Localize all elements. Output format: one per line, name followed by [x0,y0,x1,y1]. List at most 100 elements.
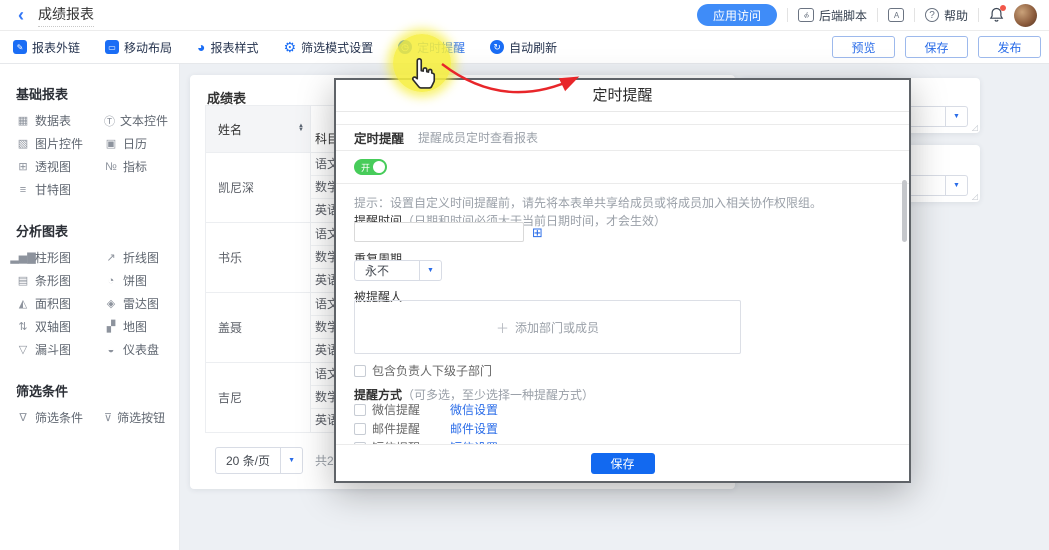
sidebar-item-column-chart[interactable]: ▂▅▇柱形图 [16,246,88,269]
report-style-icon: ◕ [197,40,205,54]
modal-footer: 保存 [336,444,909,481]
help-button[interactable]: ? 帮助 [925,7,968,24]
toolbar-tab-2[interactable]: ▭移动布局 [105,39,172,56]
bar-chart-icon: ▤ [16,274,30,287]
sidebar-item-indicator[interactable]: №指标 [104,155,164,178]
modal-save-button[interactable]: 保存 [591,453,655,474]
translate-button[interactable]: A [888,8,904,22]
modal-title: 定时提醒 [336,80,909,112]
avatar[interactable] [1014,4,1037,27]
back-icon[interactable]: ‹ [18,6,24,24]
app-access-button[interactable]: 应用访问 [697,4,777,26]
radar-chart-icon: ◈ [104,297,118,310]
chevron-down-icon: ▼ [945,176,967,195]
toolbar-tab-1[interactable]: ✎报表外链 [13,39,80,56]
notification-dot [1000,5,1006,11]
share-hint: 提示：设置自定义时间提醒前，请先将本表单共享给成员或将成员加入相关协作权限组。 [354,194,887,211]
widget-sidebar: 基础报表▦数据表Ⓣ文本控件▧图片控件▣日历⊞透视图№指标≡甘特图分析图表▂▅▇柱… [0,64,180,550]
date-picker-icon[interactable]: ⊞ [532,226,543,239]
sidebar-item-radar-chart[interactable]: ◈雷达图 [104,292,164,315]
name-cell: 凯尼深 [206,153,311,222]
dual-axis-icon: ⇅ [16,320,30,333]
scrollbar-thumb[interactable] [902,180,907,242]
text-icon: Ⓣ [104,113,115,129]
toolbar-tab-3[interactable]: ◕报表样式 [197,39,258,56]
code-icon: ‹/› [798,8,814,22]
translate-icon: A [888,8,904,22]
toolbar-actions: 预览 保存 发布 [832,36,1049,58]
method-checkbox[interactable] [354,404,366,416]
gauge-icon: ◒ [104,344,118,356]
header-actions: 应用访问 ‹/› 后端脚本 A ? 帮助 [697,4,1049,27]
chevron-down-icon: ▼ [419,261,441,280]
map-icon: ▞ [104,320,118,333]
add-members-box[interactable]: ＋ 添加部门或成员 [354,300,741,354]
sidebar-item-area-chart[interactable]: ◭面积图 [16,292,88,315]
publish-button[interactable]: 发布 [978,36,1041,58]
include-sub-checkbox[interactable] [354,365,366,377]
sidebar-item-pie-chart[interactable]: ◔饼图 [104,269,164,292]
chevron-down-icon: ▼ [280,448,302,473]
sidebar-item-filter-condition[interactable]: ∇筛选条件 [16,406,88,429]
preview-button[interactable]: 预览 [832,36,895,58]
gantt-icon: ≡ [16,184,30,196]
toolbar-tabs: ✎报表外链 ▭移动布局 ◕报表样式 ⚙筛选模式设置 ◷定时提醒 ↻自动刷新 [13,39,557,56]
reminder-time-input[interactable] [354,222,524,242]
include-sub-row: 包含负责人下级子部门 [354,362,887,379]
sidebar-item-pivot[interactable]: ⊞透视图 [16,155,88,178]
funnel-chart-icon: ▽ [16,343,30,356]
name-cell: 盖聂 [206,293,311,362]
indicator-icon: № [104,161,118,173]
sidebar-item-gauge[interactable]: ◒仪表盘 [104,338,164,361]
toolbar-tab-6[interactable]: ↻自动刷新 [490,39,557,56]
report-title[interactable]: 成绩报表 [38,4,94,27]
repeat-row: 永不 ▼ [354,260,887,281]
time-row: ⊞ [354,222,887,242]
sidebar-item-gantt[interactable]: ≡甘特图 [16,178,88,201]
reminder-section-header: 定时提醒 提醒成员定时查看报表 [336,124,909,151]
sidebar-item-map[interactable]: ▞地图 [104,315,164,338]
repeat-select[interactable]: 永不 ▼ [354,260,442,281]
sidebar-item-calendar[interactable]: ▣日历 [104,132,164,155]
app-header: ‹ 成绩报表 应用访问 ‹/› 后端脚本 A ? 帮助 [0,0,1049,31]
divider [787,8,788,22]
name-cell: 书乐 [206,223,311,292]
pie-chart-icon: ◔ [104,275,118,287]
sidebar-item-text[interactable]: Ⓣ文本控件 [104,109,164,132]
mobile-layout-icon: ▭ [105,40,119,54]
reminder-toggle[interactable]: 开 [354,159,387,175]
divider [914,8,915,22]
table-icon: ▦ [16,114,30,127]
method-settings-link[interactable]: 微信设置 [450,401,498,418]
sidebar-section-title: 筛选条件 [16,381,179,400]
sidebar-item-funnel-chart[interactable]: ▽漏斗图 [16,338,88,361]
method-settings-link[interactable]: 邮件设置 [450,420,498,437]
method-checkbox[interactable] [354,423,366,435]
question-icon: ? [925,8,939,22]
divider [877,8,878,22]
name-column-header[interactable]: 姓名 ▲▼ [206,106,311,152]
resize-handle-icon[interactable]: ◿ [972,124,978,132]
page-size-select[interactable]: 20 条/页 ▼ [215,447,303,474]
sidebar-item-image[interactable]: ▧图片控件 [16,132,88,155]
sidebar-item-filter-button[interactable]: ⊽筛选按钮 [104,406,164,429]
save-button[interactable]: 保存 [905,36,968,58]
alarm-icon: ◷ [398,40,412,54]
sidebar-item-dual-axis[interactable]: ⇅双轴图 [16,315,88,338]
sidebar-section-items: ▂▅▇柱形图 ↗折线图 ▤条形图 ◔饼图 ◭面积图 ◈雷达图 ⇅双轴图 ▞地图 ▽漏斗图 ◒仪表盘 [0,246,179,361]
image-icon: ▧ [16,137,30,150]
sidebar-section-items: ∇筛选条件 ⊽筛选按钮 [0,406,179,429]
backend-script-button[interactable]: ‹/› 后端脚本 [798,7,867,24]
toolbar: ✎报表外链 ▭移动布局 ◕报表样式 ⚙筛选模式设置 ◷定时提醒 ↻自动刷新 预览 保存 发… [0,31,1049,64]
resize-handle-icon[interactable]: ◿ [972,193,978,201]
sidebar-item-bar-chart[interactable]: ▤条形图 [16,269,88,292]
filter-button-icon: ⊽ [104,411,112,424]
toolbar-tab-4[interactable]: ⚙筛选模式设置 [284,39,374,56]
sidebar-item-line-chart[interactable]: ↗折线图 [104,246,164,269]
modal-body: 定时提醒 提醒成员定时查看报表 开 提示：设置自定义时间提醒前，请先将本表单共享… [336,112,909,444]
notification-bell-icon[interactable] [989,7,1004,23]
sidebar-item-table[interactable]: ▦数据表 [16,109,88,132]
link-icon: ✎ [13,40,27,54]
toolbar-tab-5[interactable]: ◷定时提醒 [398,39,465,56]
sort-icon[interactable]: ▲▼ [298,125,304,132]
